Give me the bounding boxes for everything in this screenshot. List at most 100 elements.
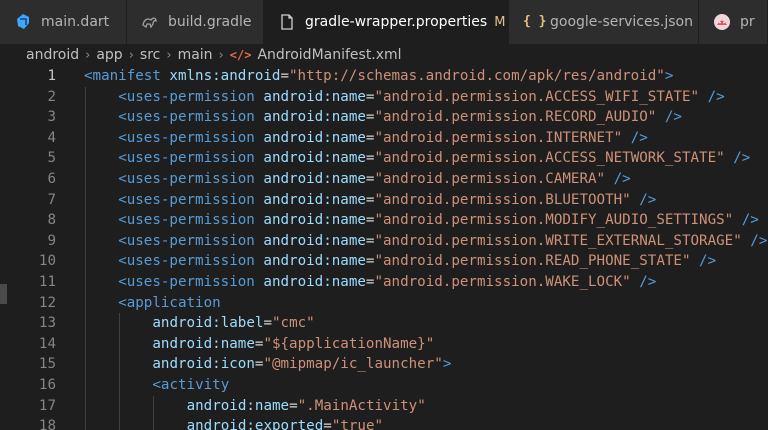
code-text: <uses-permission android:name="android.p…: [118, 251, 716, 272]
code-line[interactable]: 9 <uses-permission android:name="android.…: [0, 230, 768, 252]
code-token: android:icon: [152, 356, 255, 373]
breadcrumb-item[interactable]: android: [26, 47, 79, 63]
code-line[interactable]: 1 <manifest xmlns:android="http://schemas…: [0, 66, 768, 87]
indent-guide: [153, 395, 155, 417]
indent-guide: [85, 395, 86, 417]
breadcrumb-item[interactable]: main: [178, 47, 213, 63]
code-editor[interactable]: 1 <manifest xmlns:android="http://schemas…: [0, 66, 768, 430]
code-line[interactable]: 16 <activity: [0, 375, 768, 396]
line-number: 7: [47, 191, 56, 208]
code-token: <uses-permission: [118, 253, 255, 270]
tab-gradle-wrapper-properties[interactable]: gradle-wrapper.properties M: [264, 0, 509, 44]
code-text: <manifest xmlns:android="http://schemas.…: [84, 66, 673, 87]
indent-guide: [85, 210, 86, 231]
code-token: "android.permission.BLUETOOTH": [374, 191, 631, 208]
tab-main-dart[interactable]: main.dart: [0, 0, 127, 44]
tab-label: gradle-wrapper.properties: [305, 14, 488, 30]
line-number: 6: [47, 171, 56, 187]
indent-guide: [85, 375, 86, 396]
code-text: <application: [118, 293, 221, 314]
code-token: />: [750, 232, 768, 249]
dart-icon: [14, 13, 32, 31]
code-text: <uses-permission android:name="android.p…: [118, 107, 682, 128]
code-line[interactable]: 12 <application: [0, 292, 768, 314]
file-icon: [278, 13, 296, 31]
line-number: 13: [38, 315, 56, 332]
line-number: 12: [38, 294, 56, 311]
code-line[interactable]: 2 <uses-permission android:name="android.…: [0, 86, 768, 108]
code-token: <uses-permission: [118, 150, 255, 167]
code-line[interactable]: 4 <uses-permission android:name="android.…: [0, 127, 768, 149]
code-token: "http://schemas.android.com/apk/res/andr…: [289, 68, 665, 84]
code-token: "true": [331, 418, 384, 430]
code-token: android:name: [263, 171, 366, 187]
line-number: 3: [47, 109, 56, 126]
code-token: =: [289, 397, 298, 414]
code-token: android:name: [186, 397, 290, 414]
code-token: <uses-permission: [118, 171, 255, 187]
code-text: <uses-permission android:name="android.p…: [118, 231, 767, 252]
code-line[interactable]: 13 android:label="cmc": [0, 313, 768, 334]
code-text: <uses-permission android:name="android.p…: [118, 210, 759, 231]
code-text: <uses-permission android:name="android.p…: [118, 87, 725, 108]
code-token: "android.permission.READ_PHONE_STATE": [374, 253, 691, 270]
indent-guide: [119, 416, 121, 430]
json-icon: { }: [523, 14, 547, 29]
code-line[interactable]: 10 <uses-permission android:name="android…: [0, 251, 768, 272]
code-token: "android.permission.RECORD_AUDIO": [374, 109, 657, 126]
code-token: <manifest: [84, 68, 161, 84]
code-token: android:name: [263, 232, 366, 249]
code-token: />: [741, 212, 759, 229]
code-token: xmlns:android: [169, 68, 281, 84]
code-line[interactable]: 8 <uses-permission android:name="android.…: [0, 210, 768, 231]
tab-google-services-json[interactable]: { } google-services.json: [509, 0, 699, 44]
android-icon: [713, 13, 731, 31]
code-text: <uses-permission android:name="android.p…: [118, 169, 631, 190]
code-line[interactable]: 18 android:exported="true": [0, 416, 768, 430]
code-token: android:name: [263, 212, 366, 229]
indent-guide: [85, 148, 86, 169]
code-token: "android.permission.ACCESS_NETWORK_STATE…: [374, 150, 725, 167]
breadcrumb-item[interactable]: src: [140, 47, 160, 63]
code-token: ".MainActivity": [297, 397, 426, 414]
indent-guide: [85, 230, 86, 252]
code-token: android:name: [263, 109, 366, 126]
code-line[interactable]: 5 <uses-permission android:name="android.…: [0, 148, 768, 169]
indent-guide: [119, 333, 121, 355]
indent-guide: [85, 107, 86, 128]
breadcrumb-file[interactable]: AndroidManifest.xml: [257, 47, 401, 63]
code-token: android:name: [152, 335, 255, 352]
line-number: 2: [47, 88, 56, 105]
code-token: <activity: [152, 377, 230, 393]
tab-build-gradle[interactable]: build.gradle: [127, 0, 264, 44]
code-line[interactable]: 3 <uses-permission android:name="android.…: [0, 107, 768, 128]
indent-guide: [85, 416, 86, 430]
indent-guide: [85, 272, 86, 293]
code-line[interactable]: 17 android:name=".MainActivity": [0, 395, 768, 417]
code-token: />: [639, 274, 657, 290]
breadcrumb: android › app › src › main › </> Android…: [0, 44, 768, 66]
tab-pr[interactable]: pr: [699, 0, 768, 44]
code-line[interactable]: 11 <uses-permission android:name="android…: [0, 272, 768, 293]
code-token: <uses-permission: [118, 88, 255, 105]
code-token: <uses-permission: [118, 274, 255, 290]
code-token: />: [613, 171, 631, 187]
code-text: android:name="${applicationName}": [152, 334, 434, 355]
code-token: android:name: [263, 129, 366, 146]
code-token: />: [733, 150, 751, 167]
indent-guide: [85, 86, 86, 108]
code-token: <uses-permission: [118, 191, 255, 208]
code-line[interactable]: 6 <uses-permission android:name="android.…: [0, 169, 768, 190]
code-line[interactable]: 15 android:icon="@mipmap/ic_launcher">: [0, 354, 768, 375]
line-number: 16: [38, 377, 56, 393]
code-token: =: [263, 315, 272, 332]
code-token: android:name: [263, 274, 366, 290]
code-line[interactable]: 14 android:name="${applicationName}": [0, 333, 768, 355]
code-line[interactable]: 7 <uses-permission android:name="android.…: [0, 189, 768, 211]
breadcrumb-item[interactable]: app: [96, 47, 122, 63]
